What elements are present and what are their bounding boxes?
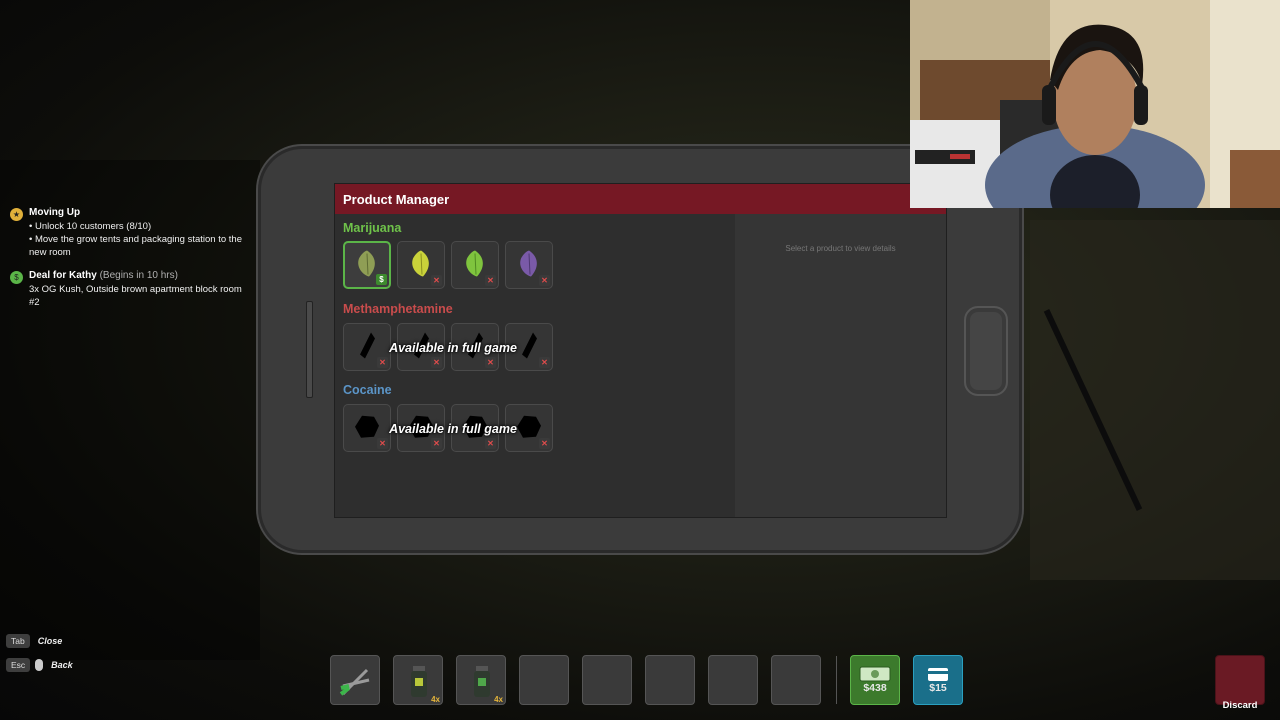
tab-key: Tab	[6, 634, 30, 648]
deal-icon: $	[10, 271, 23, 284]
unlisted-badge: ✕	[377, 438, 388, 449]
cash-slot[interactable]: $438	[850, 655, 900, 705]
phone-home-button[interactable]	[964, 306, 1008, 396]
unlisted-badge: ✕	[377, 357, 388, 368]
trimmers-icon	[339, 668, 370, 696]
webcam-overlay	[910, 0, 1280, 208]
weed-bud-icon	[520, 250, 537, 277]
locked-message-meth: Available in full game	[389, 341, 517, 355]
bank-slot[interactable]: $15	[913, 655, 963, 705]
quest-log: ★ Moving Up • Unlock 10 customers (8/10)…	[10, 206, 250, 319]
hotbar-slot[interactable]	[645, 655, 695, 705]
control-hint-close: Tab Close	[6, 634, 62, 648]
hotbar-slot[interactable]	[330, 655, 380, 705]
hotbar-divider	[836, 656, 837, 704]
cash-icon	[859, 666, 891, 682]
unlisted-badge: ✕	[485, 438, 496, 449]
hotbar-slot[interactable]	[519, 655, 569, 705]
discard-label: Discard	[1222, 700, 1258, 711]
unlisted-badge: ✕	[431, 438, 442, 449]
product-manager-screen: Product Manager Select a product to view…	[334, 183, 947, 518]
hotbar-slot[interactable]: 4x	[456, 655, 506, 705]
quest-deal-kathy: $ Deal for Kathy (Begins in 10 hrs) 3x O…	[10, 269, 250, 309]
quest-objective: • Unlock 10 customers (8/10)	[29, 221, 152, 232]
unlisted-badge: ✕	[539, 357, 550, 368]
unlisted-badge: ✕	[539, 438, 550, 449]
control-action: Close	[37, 636, 63, 646]
product-slot[interactable]: ✕	[451, 241, 499, 289]
hotbar-slot[interactable]	[708, 655, 758, 705]
unlisted-badge: ✕	[485, 357, 496, 368]
category-methamphetamine: Methamphetamine	[343, 302, 453, 316]
category-cocaine: Cocaine	[343, 383, 392, 397]
cash-amount: $438	[863, 682, 887, 694]
marijuana-row: $ ✕ ✕ ✕	[343, 241, 553, 289]
quest-title: Moving Up	[29, 207, 81, 218]
listed-badge: $	[376, 274, 387, 285]
quest-timer: (Begins in 10 hrs)	[99, 270, 178, 281]
quest-moving-up: ★ Moving Up • Unlock 10 customers (8/10)…	[10, 206, 250, 259]
star-icon: ★	[10, 208, 23, 221]
details-panel: Select a product to view details	[735, 214, 946, 517]
unlisted-badge: ✕	[431, 275, 442, 286]
discard-slot[interactable]	[1215, 655, 1265, 705]
quest-objective: • Move the grow tents and packaging stat…	[29, 234, 242, 258]
weed-bud-icon	[466, 250, 483, 277]
esc-key: Esc	[6, 658, 31, 672]
hotbar-slot[interactable]	[771, 655, 821, 705]
unlisted-badge: ✕	[485, 275, 496, 286]
weed-bud-icon	[412, 250, 429, 277]
control-action: Back	[51, 660, 73, 670]
product-slot[interactable]: $	[343, 241, 391, 289]
locked-message-cocaine: Available in full game	[389, 422, 517, 436]
hotbar: 4x 4x	[330, 655, 821, 705]
product-slot[interactable]: ✕	[397, 241, 445, 289]
hotbar-slot[interactable]	[582, 655, 632, 705]
streamer-webcam-image	[910, 0, 1280, 208]
details-hint: Select a product to view details	[785, 244, 896, 253]
control-hint-back: Esc Back	[6, 658, 73, 672]
unlisted-badge: ✕	[539, 275, 550, 286]
unlisted-badge: ✕	[431, 357, 442, 368]
phone-speaker	[306, 301, 313, 398]
app-title: Product Manager	[335, 184, 946, 214]
category-marijuana: Marijuana	[343, 221, 402, 235]
quest-objective: 3x OG Kush, Outside brown apartment bloc…	[29, 284, 242, 308]
product-slot[interactable]: ✕	[505, 241, 553, 289]
credit-card-icon	[928, 668, 948, 681]
hotbar-slot[interactable]: 4x	[393, 655, 443, 705]
mouse-icon	[35, 659, 44, 671]
item-quantity: 4x	[431, 695, 440, 704]
quest-title: Deal for Kathy (Begins in 10 hrs)	[29, 270, 178, 281]
bank-amount: $15	[929, 682, 947, 694]
item-quantity: 4x	[494, 695, 503, 704]
